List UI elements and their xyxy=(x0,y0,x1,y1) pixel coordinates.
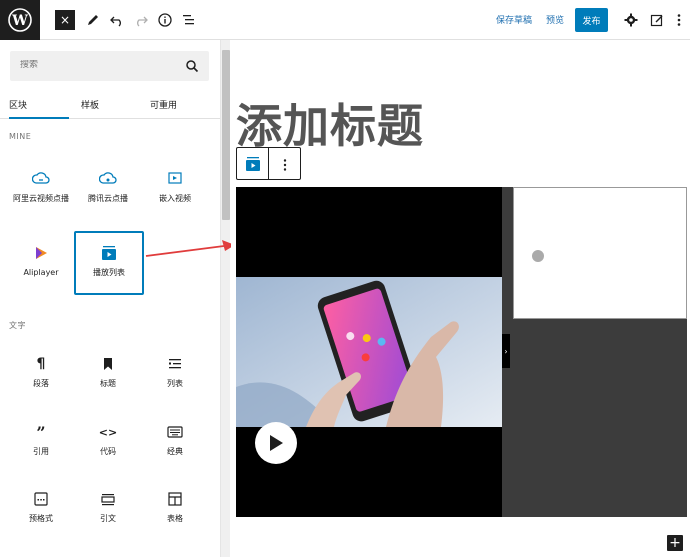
preformatted-icon xyxy=(34,492,48,506)
playlist-loading-area xyxy=(513,187,687,319)
playlist-player-block[interactable]: › xyxy=(236,187,687,517)
vertical-ellipsis-icon xyxy=(677,14,681,26)
block-toolbar xyxy=(236,147,301,180)
editor-plugin-button[interactable] xyxy=(646,8,668,32)
wordpress-icon: W xyxy=(8,8,32,32)
info-icon xyxy=(158,13,172,27)
pencil-icon xyxy=(88,15,98,25)
details-button[interactable] xyxy=(154,8,176,32)
block-aliplayer[interactable]: Aliplayer xyxy=(7,234,75,296)
preview-button[interactable]: 预览 xyxy=(546,13,564,26)
search-icon xyxy=(186,60,199,73)
cloud-icon xyxy=(99,172,117,184)
search-box[interactable] xyxy=(10,51,209,81)
close-inserter-button[interactable]: × xyxy=(55,10,75,30)
play-icon xyxy=(270,435,283,451)
video-embed-icon xyxy=(168,172,182,184)
block-type-button[interactable] xyxy=(244,155,262,173)
top-toolbar: W × 保存草稿 预览 发布 xyxy=(0,0,690,40)
redo-button[interactable] xyxy=(130,8,152,32)
bookmark-icon xyxy=(104,358,112,370)
inserter-tabs: 区块 样板 可重用 xyxy=(0,92,220,119)
add-block-button[interactable]: + xyxy=(667,535,683,551)
play-button[interactable] xyxy=(255,422,297,464)
sidebar-scrollbar-thumb[interactable] xyxy=(222,50,230,220)
section-title-mine: MINE xyxy=(9,132,32,141)
svg-text:W: W xyxy=(11,13,28,29)
undo-button[interactable] xyxy=(106,8,128,32)
block-table[interactable]: 表格 xyxy=(141,480,209,542)
tools-button[interactable] xyxy=(82,8,104,32)
redo-icon xyxy=(137,16,148,27)
tab-blocks[interactable]: 区块 xyxy=(9,98,69,119)
section-title-text: 文字 xyxy=(9,321,26,330)
phone-video-image xyxy=(236,277,502,427)
block-embed-video[interactable]: 嵌入视频 xyxy=(141,160,209,222)
gear-icon xyxy=(624,13,638,27)
annotation-arrow-icon xyxy=(145,240,235,257)
playlist-panel: › xyxy=(502,187,687,517)
block-inserter-panel: 区块 样板 可重用 MINE 阿里云视频点播 腾讯云点播 嵌入视频 Alipla… xyxy=(0,40,220,557)
block-pullquote[interactable]: 引文 xyxy=(74,480,142,542)
block-code[interactable]: <> 代码 xyxy=(74,413,142,475)
block-paragraph[interactable]: ¶ 段落 xyxy=(7,345,75,407)
list-icon xyxy=(169,359,181,369)
options-button[interactable] xyxy=(668,8,690,32)
block-preformatted[interactable]: 预格式 xyxy=(7,480,75,542)
code-icon: <> xyxy=(98,425,118,439)
search-input[interactable] xyxy=(20,60,180,70)
block-heading[interactable]: 标题 xyxy=(74,345,142,407)
tab-patterns[interactable]: 样板 xyxy=(81,98,99,119)
block-quote[interactable]: ” 引用 xyxy=(7,413,75,475)
block-aliyun-vod[interactable]: 阿里云视频点播 xyxy=(7,160,75,222)
settings-button[interactable] xyxy=(620,8,642,32)
close-icon: × xyxy=(59,13,71,27)
block-options-button[interactable] xyxy=(282,157,288,171)
block-playlist[interactable]: 播放列表 xyxy=(74,231,144,295)
block-classic[interactable]: 经典 xyxy=(141,413,209,475)
play-triangle-icon xyxy=(36,247,47,259)
block-tencent-vod[interactable]: 腾讯云点播 xyxy=(74,160,142,222)
sidebar-scrollbar[interactable] xyxy=(220,40,230,557)
chevron-right-icon: › xyxy=(504,346,508,356)
list-view-button[interactable] xyxy=(178,8,200,32)
paragraph-icon: ¶ xyxy=(36,356,46,372)
table-icon xyxy=(168,492,182,506)
undo-icon xyxy=(110,16,121,27)
playlist-toggle-button[interactable]: › xyxy=(502,334,510,368)
save-draft-button[interactable]: 保存草稿 xyxy=(496,13,532,26)
tab-reusable[interactable]: 可重用 xyxy=(150,98,177,119)
keyboard-icon xyxy=(167,426,183,438)
loading-spinner-icon xyxy=(532,250,544,262)
editor-canvas: 添加标题 › + xyxy=(231,40,690,557)
video-thumbnail xyxy=(236,277,502,427)
quote-icon: ” xyxy=(36,422,46,442)
playlist-icon xyxy=(102,246,116,260)
publish-button[interactable]: 发布 xyxy=(575,8,608,32)
vertical-ellipsis-icon xyxy=(283,159,287,171)
block-list[interactable]: 列表 xyxy=(141,345,209,407)
playlist-icon xyxy=(246,157,260,171)
wordpress-logo-button[interactable]: W xyxy=(0,0,40,40)
cloud-link-icon xyxy=(32,172,50,184)
pullquote-icon xyxy=(101,494,115,506)
list-view-icon xyxy=(183,15,194,25)
edit-square-icon xyxy=(650,14,663,27)
block-toolbar-divider xyxy=(268,148,269,179)
